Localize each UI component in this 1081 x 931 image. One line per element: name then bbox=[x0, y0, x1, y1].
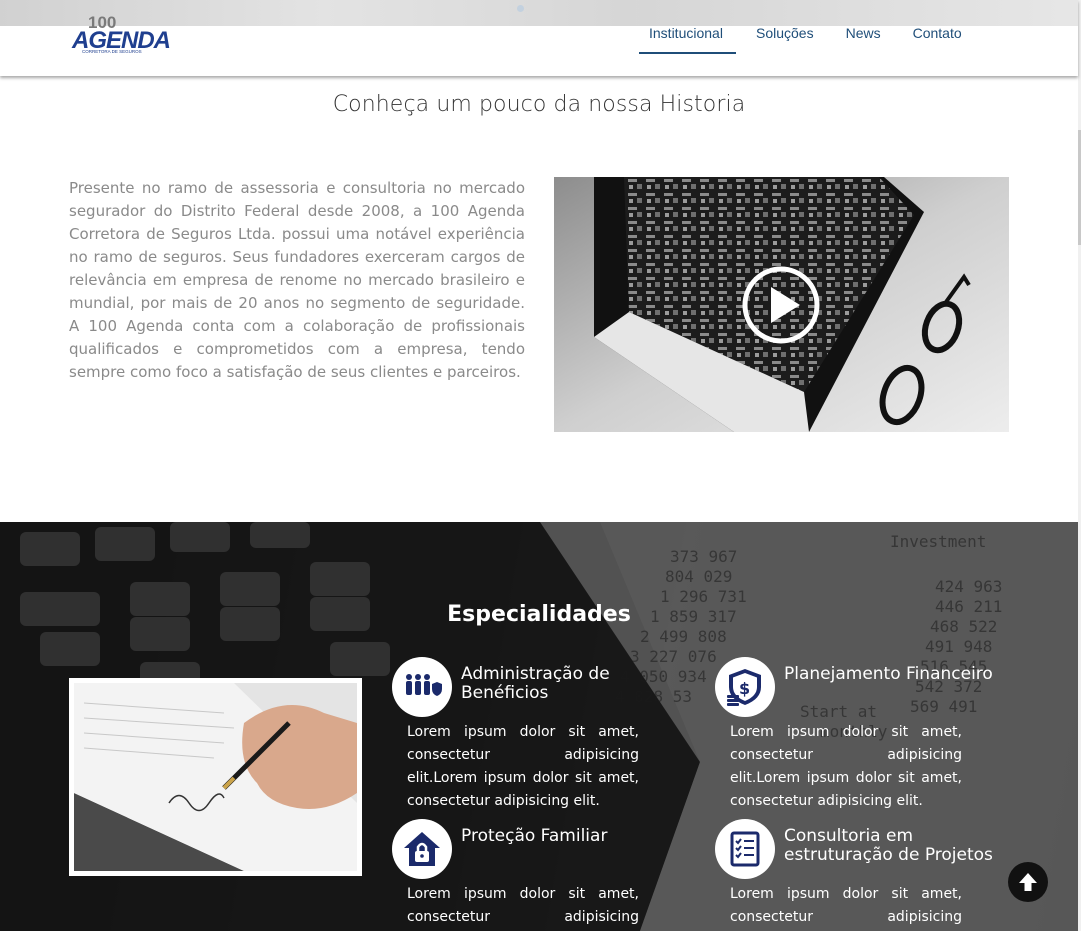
svg-text:$: $ bbox=[739, 679, 750, 698]
feature-title-financial-planning: Planejamento Financeiro bbox=[784, 664, 993, 684]
nav-news[interactable]: News bbox=[836, 22, 891, 54]
site-header: 100 AGENDA CORRETORA DE SEGUROS Instituc… bbox=[0, 0, 1078, 76]
feature-text-benefits: Lorem ipsum dolor sit amet, consectetur … bbox=[407, 724, 639, 809]
arrow-up-icon bbox=[1019, 873, 1037, 891]
specialties-section: 373 967 804 029 1 296 731 1 859 317 2 499 … bbox=[0, 522, 1078, 931]
financial-shield-icon: $ bbox=[715, 657, 775, 717]
benefits-icon bbox=[392, 657, 452, 717]
feature-benefits: Administração de Benéficios Lorem ipsum … bbox=[392, 657, 692, 809]
nav-solucoes[interactable]: Soluções bbox=[746, 22, 824, 54]
feature-title-project-consulting: Consultoria em estruturação de Projetos bbox=[784, 826, 993, 865]
feature-financial-planning: $ Planejamento Financeiro Lorem ipsum do… bbox=[715, 657, 1015, 809]
back-to-top-button[interactable] bbox=[1008, 862, 1048, 902]
feature-text-financial-planning: Lorem ipsum dolor sit amet, consectetur … bbox=[730, 724, 962, 809]
signing-contract-photo bbox=[69, 678, 362, 876]
company-logo[interactable]: 100 AGENDA CORRETORA DE SEGUROS bbox=[70, 12, 200, 54]
contract-signature-image bbox=[74, 683, 357, 871]
logo-tagline: CORRETORA DE SEGUROS bbox=[82, 49, 142, 54]
feature-title-benefits: Administração de Benéficios bbox=[461, 664, 610, 703]
feature-title-family-protection: Proteção Familiar bbox=[461, 826, 608, 846]
feature-text-project-consulting: Lorem ipsum dolor sit amet, consectetur … bbox=[730, 886, 962, 925]
feature-text-family-protection: Lorem ipsum dolor sit amet, consectetur … bbox=[407, 886, 639, 925]
history-video[interactable] bbox=[554, 177, 1009, 432]
history-paragraph: Presente no ramo de assessoria e consult… bbox=[69, 179, 525, 381]
checklist-icon bbox=[715, 819, 775, 879]
nav-institucional[interactable]: Institucional bbox=[639, 22, 736, 54]
feature-family-protection: Proteção Familiar Lorem ipsum dolor sit … bbox=[392, 819, 692, 931]
history-title: Conheça um pouco da nossa Historia bbox=[332, 92, 746, 117]
slider-dot[interactable] bbox=[517, 5, 524, 12]
main-nav: Institucional Soluções News Contato bbox=[639, 22, 972, 54]
specialties-title: Especialidades bbox=[447, 602, 631, 627]
house-lock-icon bbox=[392, 819, 452, 879]
nav-contato[interactable]: Contato bbox=[903, 22, 972, 54]
play-icon[interactable] bbox=[741, 265, 821, 345]
feature-project-consulting: Consultoria em estruturação de Projetos … bbox=[715, 819, 1015, 931]
